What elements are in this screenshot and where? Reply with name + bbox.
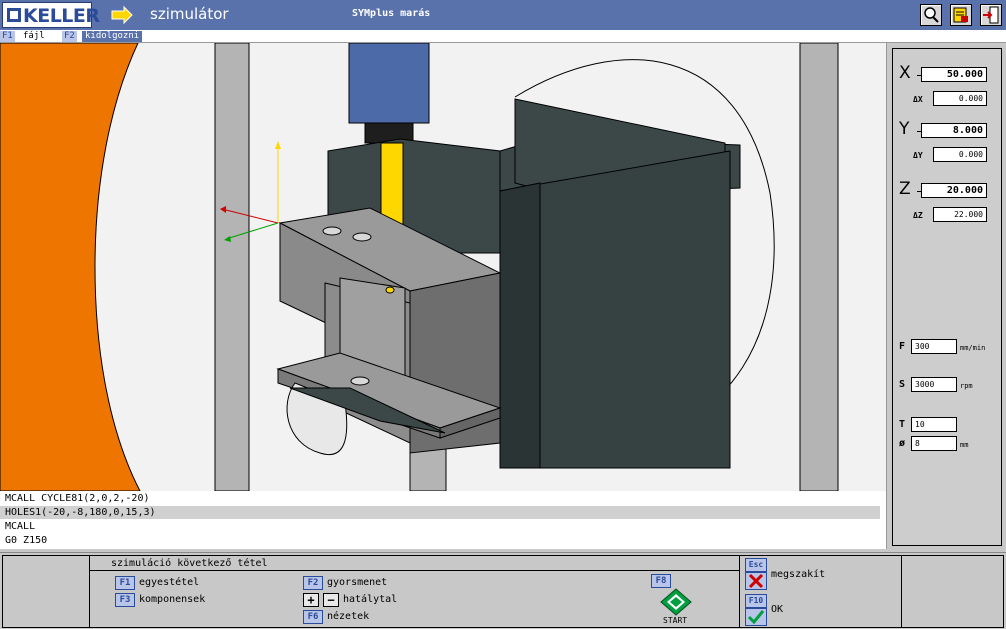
- views-label: nézetek: [327, 611, 370, 622]
- zoom-button[interactable]: [920, 4, 942, 26]
- zoom-icon: [924, 7, 939, 23]
- rapid-label: gyorsmenet: [327, 577, 388, 588]
- app-title: SYMplus marás: [352, 8, 431, 19]
- simulation-viewport[interactable]: [0, 43, 887, 491]
- f3-key[interactable]: F3: [115, 593, 135, 607]
- program-listing[interactable]: MCALL CYCLE81(2,0,2,-20) HOLES1(-20,-8,1…: [0, 491, 887, 549]
- z-value: 20.000: [921, 183, 987, 198]
- spindle-housing: [348, 43, 430, 124]
- menu-item-process[interactable]: kidolgozni: [82, 31, 143, 42]
- softkey-panel: szimuláció következő tétel F1 egyestétel…: [0, 552, 1006, 629]
- diameter-value: 8: [911, 436, 957, 451]
- f8-key[interactable]: F8: [651, 574, 671, 588]
- single-step-label: egyestétel: [139, 577, 200, 588]
- y-delta-label: ΔY: [913, 151, 923, 160]
- f2-key[interactable]: F2: [303, 576, 323, 590]
- menu-key-f1: F1: [0, 31, 15, 42]
- panel-heading: szimuláció következő tétel: [111, 558, 268, 569]
- speed-value: 3000: [911, 377, 957, 392]
- right-column: [799, 43, 839, 491]
- x-axis-label: X: [899, 63, 911, 83]
- feed-value: 300: [911, 339, 957, 354]
- diameter-unit: mm: [960, 441, 969, 449]
- f1-key[interactable]: F1: [115, 576, 135, 590]
- z-delta-value: 22.000: [933, 207, 987, 222]
- settings-button[interactable]: [950, 4, 972, 26]
- esc-key[interactable]: Esc: [745, 558, 767, 572]
- f10-key[interactable]: F10: [745, 594, 767, 608]
- z-delta-label: ΔZ: [913, 211, 923, 220]
- feed-label: F: [899, 341, 906, 352]
- menu-item-file[interactable]: fájl: [20, 31, 48, 42]
- y-delta-value: 0.000: [933, 147, 987, 162]
- cancel-button[interactable]: [745, 572, 767, 590]
- tool-label: T: [899, 419, 906, 430]
- diameter-label: ø: [899, 438, 906, 449]
- menu-bar: F1 fájl F2 kidolgozni: [0, 30, 1006, 43]
- cancel-label: megszakít: [771, 569, 826, 580]
- tool-value: 10: [911, 417, 957, 432]
- mode-label: szimulátor: [150, 5, 229, 23]
- exit-button[interactable]: [980, 4, 1002, 26]
- program-line[interactable]: G0 Z150: [5, 534, 885, 547]
- x-delta-value: 0.000: [933, 91, 987, 106]
- exit-icon: [983, 6, 999, 24]
- checkmark-icon: [747, 610, 765, 625]
- f6-key[interactable]: F6: [303, 610, 323, 624]
- ok-button[interactable]: [745, 608, 767, 626]
- ok-label: OK: [771, 604, 784, 615]
- program-line-current[interactable]: HOLES1(-20,-8,180,0,15,3): [0, 506, 880, 519]
- keller-logo: KELLER: [2, 2, 100, 28]
- y-value: 8.000: [921, 123, 987, 138]
- menu-key-f2: F2: [62, 31, 77, 42]
- x-delta-label: ΔX: [913, 95, 923, 104]
- z-axis-label: Z: [899, 179, 911, 199]
- feed-unit: mm/min: [960, 344, 986, 352]
- title-bar: KELLER szimulátor SYMplus marás: [0, 0, 1006, 30]
- speed-unit: rpm: [960, 382, 973, 390]
- plus-button[interactable]: +: [303, 593, 319, 607]
- logo-mark-icon: [7, 8, 21, 22]
- components-label: komponensek: [139, 594, 206, 605]
- program-line[interactable]: MCALL: [5, 520, 885, 533]
- start-icon: [660, 588, 692, 616]
- minus-button[interactable]: −: [323, 593, 339, 607]
- softkey-frame: szimuláció következő tétel F1 egyestétel…: [2, 555, 1004, 628]
- machine-3d-view: [0, 43, 839, 491]
- settings-icon: [953, 7, 968, 23]
- orange-disc: [0, 43, 141, 491]
- start-button[interactable]: START: [658, 588, 694, 626]
- left-column: [214, 43, 250, 491]
- y-axis-label: Y: [899, 119, 910, 139]
- effect-label: hatálytal: [343, 594, 398, 605]
- mode-arrow-icon: [100, 2, 138, 28]
- program-line[interactable]: MCALL CYCLE81(2,0,2,-20): [5, 492, 885, 505]
- coordinate-panel: X 50.000 ΔX 0.000 Y 8.000 ΔY 0.000 Z 20.…: [889, 44, 1006, 549]
- speed-label: S: [899, 379, 906, 390]
- coordinate-frame: X 50.000 ΔX 0.000 Y 8.000 ΔY 0.000 Z 20.…: [892, 48, 1002, 546]
- cancel-icon: [748, 573, 764, 589]
- x-value: 50.000: [921, 67, 987, 82]
